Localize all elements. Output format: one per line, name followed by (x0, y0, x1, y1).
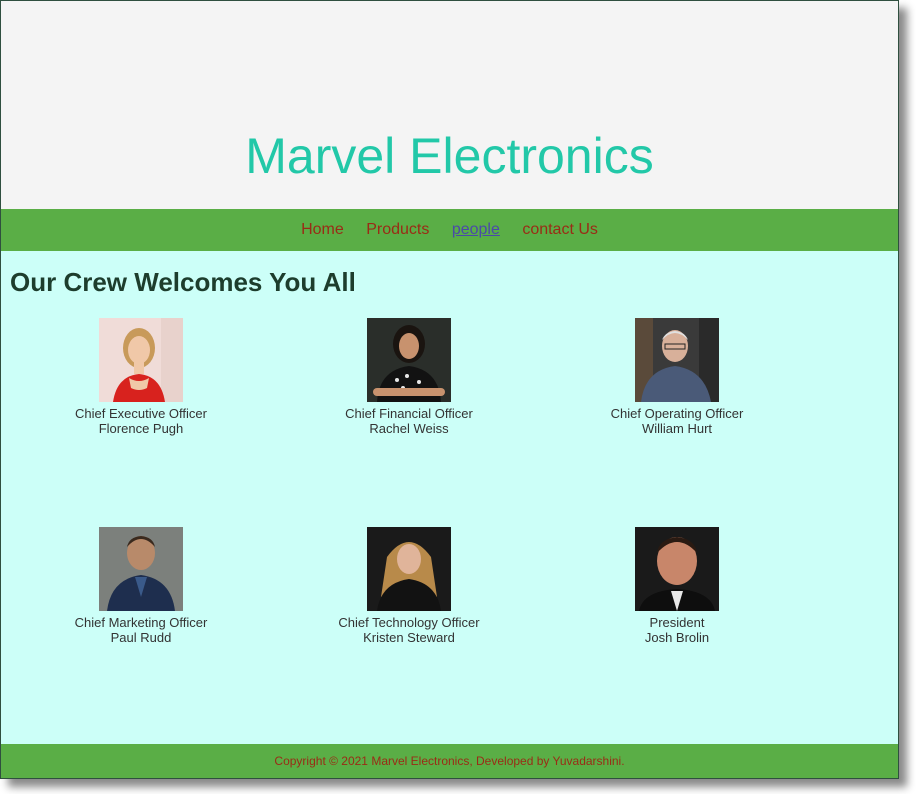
copyright-text: Copyright © 2021 Marvel Electronics, Dev… (274, 754, 625, 768)
crew-photo-cfo (367, 318, 451, 402)
crew-card: Chief Operating Officer William Hurt (543, 318, 811, 436)
crew-name: Rachel Weiss (369, 421, 449, 436)
crew-photo-coo (635, 318, 719, 402)
site-header: Marvel Electronics (1, 1, 898, 209)
crew-photo-cmo (99, 527, 183, 611)
crew-card: Chief Executive Officer Florence Pugh (7, 318, 275, 436)
nav-contact-link[interactable]: contact Us (522, 221, 598, 238)
nav-people-link[interactable]: people (452, 221, 500, 238)
crew-card: Chief Technology Officer Kristen Steward (275, 527, 543, 645)
nav-home-link[interactable]: Home (301, 221, 344, 238)
nav-products-link[interactable]: Products (366, 221, 429, 238)
crew-card: Chief Marketing Officer Paul Rudd (7, 527, 275, 645)
crew-photo-president (635, 527, 719, 611)
crew-card: President Josh Brolin (543, 527, 811, 645)
page-frame: Marvel Electronics Home Products people … (0, 0, 899, 779)
crew-name: William Hurt (641, 421, 713, 436)
crew-role: Chief Financial Officer (345, 406, 473, 421)
crew-role: Chief Operating Officer (610, 406, 744, 421)
crew-role: President (649, 615, 705, 630)
crew-photo-cto (367, 527, 451, 611)
crew-name: Josh Brolin (644, 630, 710, 645)
crew-role: Chief Executive Officer (75, 406, 207, 421)
site-footer: Copyright © 2021 Marvel Electronics, Dev… (1, 744, 898, 778)
crew-role: Chief Marketing Officer (74, 615, 208, 630)
site-title: Marvel Electronics (245, 128, 654, 184)
crew-name: Paul Rudd (110, 630, 172, 645)
page-heading: Our Crew Welcomes You All (10, 267, 356, 297)
crew-role: Chief Technology Officer (338, 615, 480, 630)
crew-photo-ceo (99, 318, 183, 402)
crew-card: Chief Financial Officer Rachel Weiss (275, 318, 543, 436)
crew-name: Florence Pugh (98, 421, 184, 436)
crew-name: Kristen Steward (363, 630, 455, 645)
main-nav: Home Products people contact Us (1, 209, 898, 251)
